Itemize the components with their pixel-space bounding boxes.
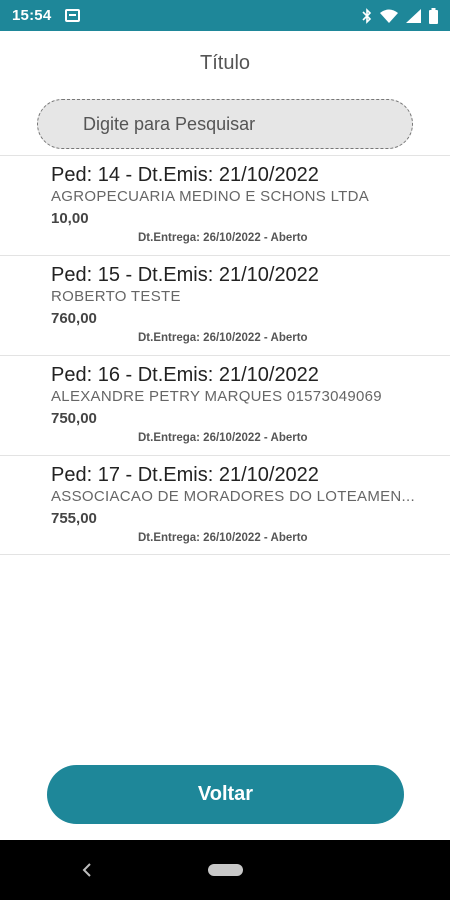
- back-button[interactable]: Voltar: [47, 765, 404, 824]
- list-item[interactable]: Ped: 15 - Dt.Emis: 21/10/2022 ROBERTO TE…: [0, 255, 450, 355]
- order-title: Ped: 17 - Dt.Emis: 21/10/2022: [51, 464, 319, 486]
- search-bar[interactable]: [37, 99, 413, 149]
- battery-icon: [429, 7, 438, 24]
- navigation-bar: [0, 840, 450, 900]
- nav-home-icon[interactable]: [208, 864, 243, 876]
- status-icons: [362, 7, 438, 24]
- order-client: AGROPECUARIA MEDINO E SCHONS LTDA: [51, 188, 370, 205]
- notification-icon: [65, 9, 81, 22]
- order-value: 755,00: [51, 510, 97, 527]
- order-client: ASSOCIACAO DE MORADORES DO LOTEAMEN...: [51, 488, 415, 505]
- list-item[interactable]: Ped: 17 - Dt.Emis: 21/10/2022 ASSOCIACAO…: [0, 455, 450, 555]
- order-delivery: Dt.Entrega: 26/10/2022 - Aberto: [138, 232, 308, 244]
- status-bar: 15:54: [0, 0, 450, 31]
- order-delivery: Dt.Entrega: 26/10/2022 - Aberto: [138, 432, 308, 444]
- order-title: Ped: 15 - Dt.Emis: 21/10/2022: [51, 264, 319, 286]
- order-client: ALEXANDRE PETRY MARQUES 01573049069: [51, 388, 382, 405]
- order-value: 760,00: [51, 310, 97, 327]
- order-title: Ped: 14 - Dt.Emis: 21/10/2022: [51, 164, 319, 186]
- order-delivery: Dt.Entrega: 26/10/2022 - Aberto: [138, 532, 308, 544]
- order-value: 750,00: [51, 410, 97, 427]
- status-time: 15:54: [12, 7, 52, 24]
- order-value: 10,00: [51, 210, 89, 227]
- order-delivery: Dt.Entrega: 26/10/2022 - Aberto: [138, 332, 308, 344]
- order-title: Ped: 16 - Dt.Emis: 21/10/2022: [51, 364, 319, 386]
- list-item[interactable]: Ped: 16 - Dt.Emis: 21/10/2022 ALEXANDRE …: [0, 355, 450, 455]
- bluetooth-icon: [362, 7, 372, 24]
- signal-icon: [406, 8, 421, 23]
- search-input[interactable]: [83, 113, 383, 135]
- nav-back-icon[interactable]: [80, 862, 94, 878]
- wifi-icon: [380, 9, 398, 23]
- order-client: ROBERTO TESTE: [51, 288, 181, 305]
- list-item[interactable]: Ped: 14 - Dt.Emis: 21/10/2022 AGROPECUAR…: [0, 155, 450, 255]
- order-list: Ped: 14 - Dt.Emis: 21/10/2022 AGROPECUAR…: [0, 155, 450, 555]
- page-title: Título: [199, 52, 251, 74]
